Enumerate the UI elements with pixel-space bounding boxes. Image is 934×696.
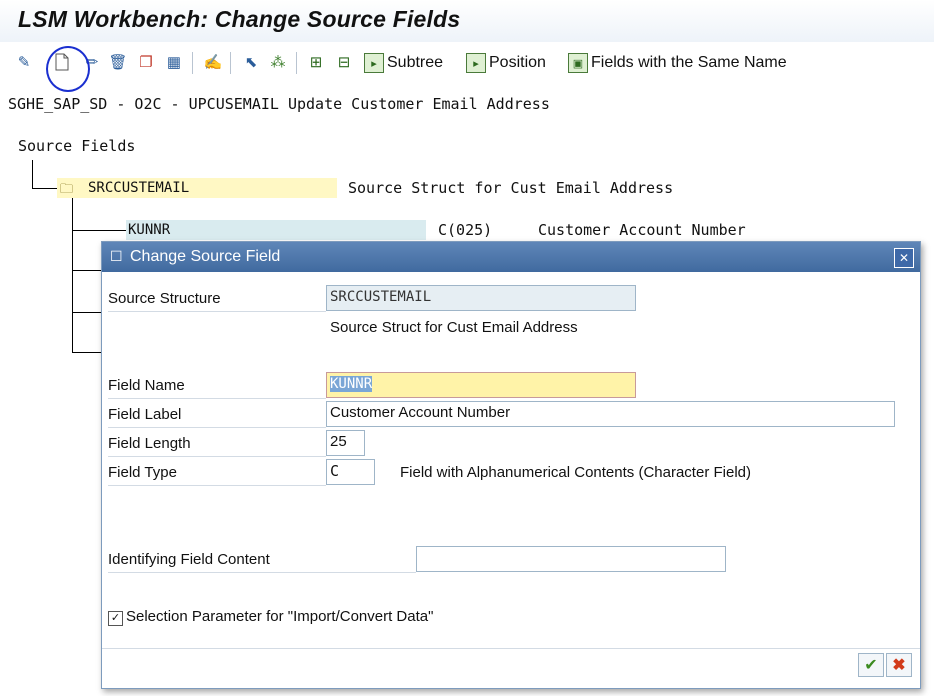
- field-length-label: Field Length: [108, 432, 326, 457]
- position-button[interactable]: ▸ Position: [466, 52, 546, 74]
- field-length: C(025): [438, 221, 493, 239]
- tree-line: [72, 198, 73, 353]
- checkmark-icon: ✔: [864, 657, 878, 674]
- position-label: Position: [489, 54, 546, 71]
- source-structure-label: Source Structure: [108, 287, 326, 312]
- tree-root-label: Source Fields: [18, 137, 136, 155]
- identifying-content-input[interactable]: [416, 546, 726, 572]
- position-icon: ▸: [466, 53, 486, 73]
- tree-line: [32, 160, 33, 188]
- delete-icon[interactable]: 🗑: [108, 52, 128, 72]
- field-type-description: Field with Alphanumerical Contents (Char…: [400, 464, 751, 481]
- subtree-button[interactable]: ▸ Subtree: [364, 52, 443, 74]
- tree-line: [72, 270, 102, 271]
- fields-same-name-button[interactable]: ▣ Fields with the Same Name: [568, 52, 787, 74]
- field-row[interactable]: [126, 220, 426, 240]
- field-name-input[interactable]: KUNNR: [326, 372, 636, 398]
- field-name-value: KUNNR: [330, 376, 373, 392]
- toolbar-separator: [192, 52, 193, 74]
- cancel-button[interactable]: ✖: [886, 653, 912, 677]
- same-name-label: Fields with the Same Name: [591, 54, 787, 71]
- field-length-input[interactable]: 25: [326, 430, 365, 456]
- tree-line: [72, 312, 102, 313]
- select-icon[interactable]: ⬉: [241, 52, 261, 72]
- project-line: SGHE_SAP_SD - O2C - UPCUSEMAIL Update Cu…: [8, 95, 550, 113]
- tree-line: [72, 352, 102, 353]
- field-label-label: Field Label: [108, 403, 326, 428]
- tree-line: [72, 230, 126, 231]
- selection-parameter-label: Selection Parameter for "Import/Convert …: [126, 608, 434, 625]
- field-label-input[interactable]: Customer Account Number: [326, 401, 895, 427]
- field-name-label: Field Name: [108, 374, 326, 399]
- field-name: KUNNR: [128, 222, 171, 238]
- change-source-field-dialog: ☐ Change Source Field ✕ Source Structure…: [101, 241, 921, 689]
- subtree-icon: ▸: [364, 53, 384, 73]
- display-change-icon[interactable]: ✎: [14, 52, 34, 72]
- edit-form-icon: ☐: [110, 248, 123, 264]
- toolbar-separator: [230, 52, 231, 74]
- toolbar-separator: [296, 52, 297, 74]
- source-structure-description: Source Struct for Cust Email Address: [330, 319, 578, 336]
- collapse-icon[interactable]: ⊟: [334, 52, 354, 72]
- annotation-circle: [46, 46, 90, 92]
- toolbar: ✎ ✏ 🗑 ❐ ▦ ✍ ⬉ ⁂ ⊞ ⊟ ▸ Subtree ▸ Position…: [0, 44, 934, 82]
- dialog-title: Change Source Field: [130, 248, 281, 265]
- field-type-label: Field Type: [108, 461, 326, 486]
- hierarchy-icon[interactable]: ⁂: [268, 52, 288, 72]
- identifying-content-label: Identifying Field Content: [108, 548, 416, 573]
- table-icon[interactable]: ▦: [164, 52, 184, 72]
- tree-line: [32, 188, 57, 189]
- expand-icon[interactable]: ⊞: [306, 52, 326, 72]
- dialog-footer-divider: [102, 648, 920, 649]
- source-structure-field: SRCCUSTEMAIL: [326, 285, 636, 311]
- copy-icon[interactable]: ❐: [136, 52, 156, 72]
- field-description: Customer Account Number: [538, 221, 746, 239]
- edit-icon[interactable]: ✍: [203, 52, 223, 72]
- structure-description: Source Struct for Cust Email Address: [348, 179, 674, 197]
- field-type-input[interactable]: C: [326, 459, 375, 485]
- cancel-icon: ✖: [892, 657, 906, 674]
- title-bar: LSM Workbench: Change Source Fields: [0, 0, 934, 42]
- folder-icon: 🗀: [60, 181, 74, 196]
- window-title: LSM Workbench: Change Source Fields: [18, 6, 461, 32]
- selection-parameter-checkbox[interactable]: ✓: [108, 611, 123, 626]
- dialog-header[interactable]: ☐ Change Source Field ✕: [102, 242, 920, 272]
- confirm-button[interactable]: ✔: [858, 653, 884, 677]
- structure-name: SRCCUSTEMAIL: [88, 180, 190, 196]
- same-name-icon: ▣: [568, 53, 588, 73]
- subtree-label: Subtree: [387, 54, 444, 71]
- close-icon[interactable]: ✕: [894, 248, 914, 268]
